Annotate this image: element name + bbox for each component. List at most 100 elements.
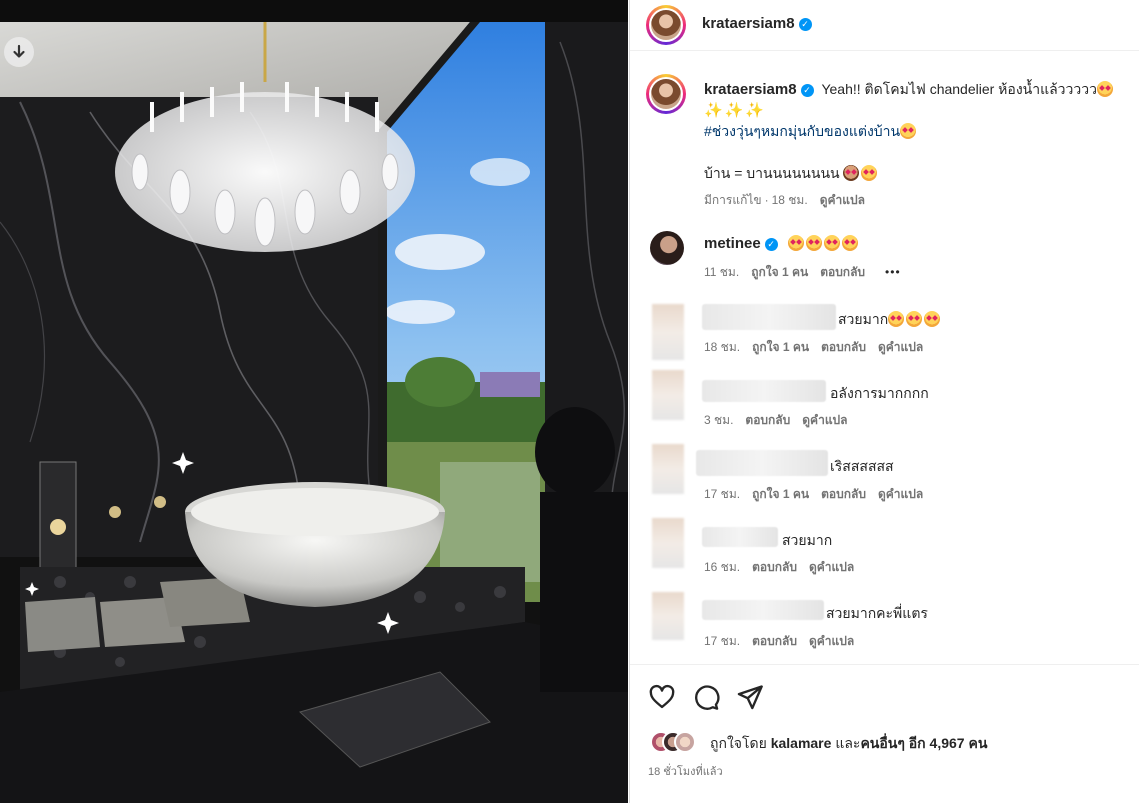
likes-and: และ [835, 735, 861, 751]
reply-button[interactable]: ตอบกลับ [752, 634, 797, 648]
comment-time[interactable]: 3 ชม. [704, 413, 733, 427]
post-photo [0, 0, 628, 803]
verified-badge-icon: ✓ [764, 238, 778, 251]
likes-prefix: ถูกใจโดย [710, 735, 767, 751]
comment-text: สวยมาก [782, 532, 833, 548]
translate-link[interactable]: ดูคำแปล [802, 413, 847, 427]
caption-separator: · [764, 193, 769, 207]
comment-1-meta: 11 ชม. ถูกใจ 1 คน ตอบกลับ ••• [704, 263, 913, 282]
bathroom-photo [0, 22, 628, 803]
share-button[interactable] [736, 683, 764, 711]
star-struck-emoji-icon [888, 311, 905, 327]
comment-text: เริสสสสสส [830, 458, 894, 474]
comment-time[interactable]: 17 ชม. [704, 634, 740, 648]
verified-badge-icon: ✓ [800, 84, 814, 97]
author-avatar[interactable] [646, 5, 686, 45]
comment-avatar[interactable] [652, 518, 684, 568]
star-struck-emoji-icon [924, 311, 941, 327]
comment-time[interactable]: 17 ชม. [704, 487, 740, 501]
comment-likes[interactable]: ถูกใจ 1 คน [752, 340, 809, 354]
caption: krataersiam8 ✓ Yeah!! ติดโคมไฟ chandelier… [704, 79, 1124, 184]
comment-username-blurred[interactable] [702, 304, 836, 330]
verified-badge-icon: ✓ [798, 18, 812, 31]
header-username[interactable]: krataersiam8 [702, 15, 795, 32]
comment-avatar[interactable] [652, 592, 684, 640]
comment-avatar[interactable] [652, 444, 684, 494]
comment-likes[interactable]: ถูกใจ 1 คน [751, 265, 808, 279]
download-arrow-icon [13, 44, 25, 58]
reply-button[interactable]: ตอบกลับ [821, 487, 866, 501]
liker-avatar[interactable] [674, 731, 696, 753]
laughing-emoji-icon [861, 165, 878, 181]
star-struck-emoji-icon [906, 311, 923, 327]
comment-button[interactable] [692, 683, 720, 711]
comment-time[interactable]: 18 ชม. [704, 340, 740, 354]
reply-button[interactable]: ตอบกลับ [752, 560, 797, 574]
like-button[interactable] [648, 683, 676, 711]
header-username-wrap: krataersiam8 ✓ [702, 15, 812, 33]
translate-link[interactable]: ดูคำแปล [809, 634, 854, 648]
caption-username[interactable]: krataersiam8 [704, 81, 797, 98]
comment-text: อลังการมากกกก [830, 385, 929, 401]
comment-username-blurred[interactable] [702, 380, 826, 402]
comment-username-blurred[interactable] [702, 600, 824, 620]
comment-5-meta: 16 ชม. ตอบกลับ ดูคำแปล [704, 558, 866, 577]
post-panel: krataersiam8 ✓ krataersiam8 ✓ Yeah!! ติดโค… [629, 0, 1139, 803]
comment-2: สวยมาก [838, 309, 942, 331]
comment-likes[interactable]: ถูกใจ 1 คน [752, 487, 809, 501]
likes-others[interactable]: คนอื่นๆ อีก 4,967 คน [860, 735, 987, 751]
comment-text: สวยมาก [838, 311, 889, 327]
comment-time[interactable]: 16 ชม. [704, 560, 740, 574]
caption-line3: บ้าน = บานนนนนนนน [704, 165, 840, 181]
more-options-icon[interactable]: ••• [885, 265, 901, 279]
star-struck-emoji-icon [841, 235, 858, 251]
photo-top-bar [0, 0, 628, 22]
caption-translate-link[interactable]: ดูคำแปล [820, 193, 865, 207]
comment-6-meta: 17 ชม. ตอบกลับ ดูคำแปล [704, 632, 866, 651]
paper-plane-icon [737, 685, 763, 710]
comment-5: สวยมาก [782, 530, 832, 552]
comment-avatar[interactable] [652, 304, 684, 360]
comment-avatar[interactable] [650, 231, 684, 265]
comment-3: อลังการมากกกก [830, 383, 929, 405]
comment-emojis [787, 235, 860, 251]
comment-2-meta: 18 ชม. ถูกใจ 1 คน ตอบกลับ ดูคำแปล [704, 338, 935, 357]
comment-3-meta: 3 ชม. ตอบกลับ ดูคำแปล [704, 411, 860, 430]
posted-time[interactable]: 18 ชั่วโมงที่แล้ว [648, 762, 723, 780]
comment-4: เริสสสสสส [830, 456, 894, 478]
heart-icon [649, 684, 675, 709]
star-struck-emoji-icon [823, 235, 840, 251]
comment-username-blurred[interactable] [696, 450, 828, 476]
see-no-evil-emoji-icon [843, 165, 860, 181]
sparkles-emoji-icon: ✨ [704, 102, 723, 119]
translate-link[interactable]: ดูคำแปล [809, 560, 854, 574]
caption-avatar[interactable] [646, 74, 686, 114]
likes-summary: ถูกใจโดย kalamare และคนอื่นๆ อีก 4,967 ค… [710, 733, 987, 755]
caption-text: Yeah!! ติดโคมไฟ chandelier ห้องน้ำแล้ววว… [821, 81, 1097, 97]
caption-hashtag[interactable]: #ช่วงวุ่นๆหมกมุ่นกับของแต่งบ้าน [704, 123, 900, 139]
post-header: krataersiam8 ✓ [630, 0, 1139, 51]
comment-1: metinee ✓ [704, 235, 860, 252]
comment-bubble-icon [695, 685, 720, 710]
likes-user[interactable]: kalamare [771, 735, 832, 751]
reply-button[interactable]: ตอบกลับ [820, 265, 865, 279]
comment-text: สวยมากคะพี่แตร [826, 605, 928, 621]
caption-time[interactable]: 18 ชม. [772, 193, 808, 207]
reply-button[interactable]: ตอบกลับ [821, 340, 866, 354]
download-button[interactable] [4, 37, 34, 67]
sparkles-emoji-icon: ✨ [724, 102, 744, 119]
comment-username-blurred[interactable] [702, 527, 778, 547]
translate-link[interactable]: ดูคำแปล [878, 487, 923, 501]
comment-username[interactable]: metinee [704, 235, 761, 252]
comment-avatar[interactable] [652, 370, 684, 420]
caption-meta: มีการแก้ไข · 18 ชม. ดูคำแปล [704, 191, 877, 210]
star-struck-emoji-icon [1097, 81, 1113, 97]
reply-button[interactable]: ตอบกลับ [745, 413, 790, 427]
comment-6: สวยมากคะพี่แตร [826, 603, 928, 625]
comment-time[interactable]: 11 ชม. [704, 265, 739, 279]
translate-link[interactable]: ดูคำแปล [878, 340, 923, 354]
star-struck-emoji-icon [787, 235, 804, 251]
smiling-emoji-icon [900, 123, 917, 139]
comment-4-meta: 17 ชม. ถูกใจ 1 คน ตอบกลับ ดูคำแปล [704, 485, 935, 504]
post-actions: ถูกใจโดย kalamare และคนอื่นๆ อีก 4,967 ค… [630, 664, 1139, 804]
